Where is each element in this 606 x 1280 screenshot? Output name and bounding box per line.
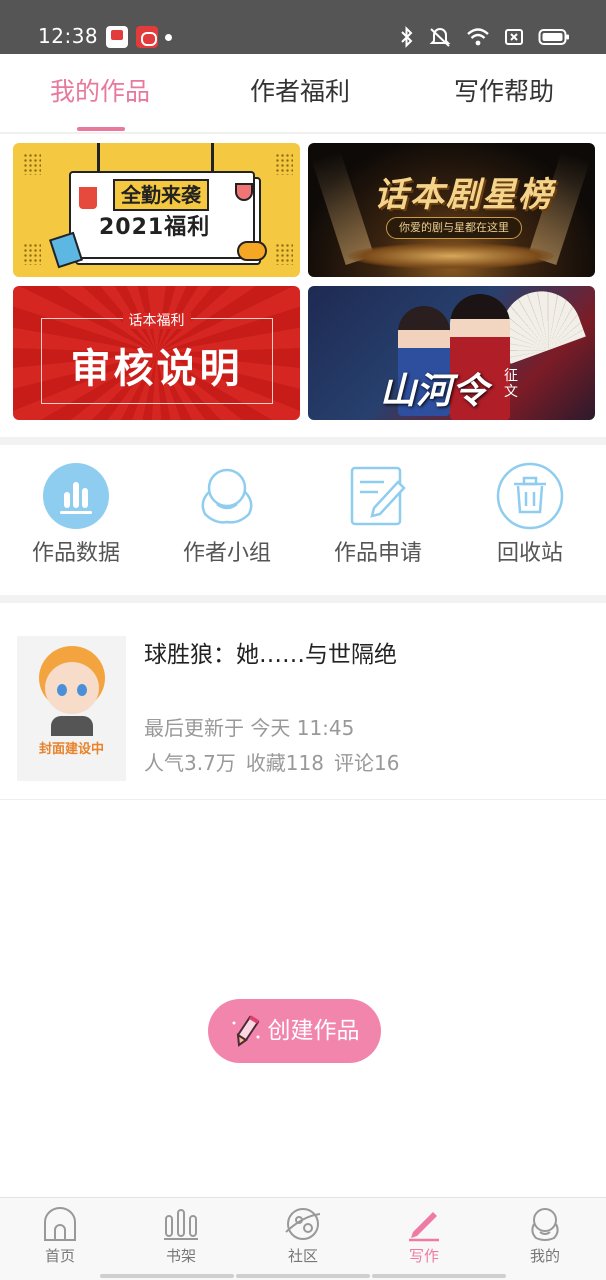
banner-subtitle: 话本福利: [13, 310, 300, 330]
banner-star-ranking[interactable]: 话本剧星榜 你爱的剧与星都在这里: [308, 143, 595, 277]
banner-subtitle: 你爱的剧与星都在这里: [386, 217, 522, 239]
avatar-eye-decoration: [77, 684, 87, 696]
nav-community[interactable]: 社区: [253, 1206, 353, 1266]
action-work-data[interactable]: 作品数据: [16, 462, 136, 582]
banner-subtitle: 2021福利: [99, 215, 211, 240]
battery-icon: [538, 29, 569, 45]
dot-pattern-decoration: [23, 243, 41, 265]
group-icon: [201, 468, 253, 524]
action-label: 作品数据: [31, 541, 120, 566]
last-updated: 最后更新于 今天 11:45: [144, 716, 355, 740]
nav-profile[interactable]: 我的: [495, 1206, 595, 1266]
banner-contest[interactable]: 山河令 征文: [308, 286, 595, 420]
tab-my-works[interactable]: 我的作品: [50, 76, 150, 108]
section-divider: [0, 437, 606, 445]
popularity-count: 人气3.7万: [144, 751, 236, 775]
action-recycle-bin[interactable]: 回收站: [470, 462, 590, 582]
anime-avatar-illustration: [45, 662, 99, 714]
action-label: 作者小组: [182, 541, 271, 566]
banner-title: 山河令: [380, 370, 489, 412]
edit-document-icon: [350, 466, 406, 526]
create-work-label: 创建作品: [267, 1018, 360, 1044]
wifi-icon: [467, 28, 489, 46]
gesture-bar-segment: [100, 1274, 234, 1278]
nav-writing[interactable]: 写作: [374, 1206, 474, 1266]
video-app-notification-icon: [106, 26, 128, 48]
pencil-icon: [232, 1015, 259, 1047]
action-label: 回收站: [496, 541, 563, 566]
fries-icon: [79, 187, 97, 209]
more-notifications-dot-icon: [165, 34, 172, 41]
avatar-body-decoration: [51, 716, 93, 736]
gesture-bar-segment: [236, 1274, 370, 1278]
profile-icon: [531, 1208, 559, 1241]
work-title[interactable]: 球胜狼：她……与世隔绝: [144, 639, 397, 671]
nav-home[interactable]: 首页: [10, 1206, 110, 1266]
dot-pattern-decoration: [275, 243, 293, 265]
bottom-navigation: 首页 书架 社区 写作 我的: [0, 1197, 606, 1280]
top-tab-bar: 我的作品 作者福利 写作帮助: [0, 54, 606, 134]
stage-decoration: [348, 243, 554, 269]
app-notification-icon: [136, 26, 158, 48]
list-item[interactable]: 封面建设中 球胜狼：她……与世隔绝 最后更新于 今天 11:45 人气3.7万 …: [0, 620, 606, 800]
trash-icon: [496, 462, 564, 530]
home-icon: [44, 1207, 76, 1241]
banner-subtitle: 征文: [504, 368, 518, 400]
community-icon: [285, 1208, 321, 1240]
status-bar: 12:38: [0, 0, 606, 54]
drink-glass-icon: [235, 183, 253, 201]
bluetooth-icon: [401, 26, 413, 48]
nav-label: 首页: [44, 1247, 75, 1265]
cover-placeholder-text: 封面建设中: [38, 742, 104, 757]
pen-icon: [409, 1212, 439, 1242]
banner-subtitle-text: 话本福利: [122, 313, 191, 329]
status-time: 12:38: [38, 24, 99, 48]
action-work-application[interactable]: 作品申请: [318, 462, 438, 582]
bar-chart-icon: [43, 463, 109, 529]
action-label: 作品申请: [333, 541, 422, 566]
section-divider: [0, 595, 606, 603]
comments-count: 评论16: [334, 751, 400, 775]
tab-writing-help[interactable]: 写作帮助: [454, 76, 554, 108]
nav-label: 写作: [408, 1247, 439, 1265]
hand-icon: [237, 241, 267, 261]
sim-card-icon: [505, 29, 523, 45]
gesture-bar-segment: [372, 1274, 506, 1278]
work-stats: 人气3.7万 收藏118 评论16: [144, 750, 399, 776]
nav-label: 社区: [287, 1247, 318, 1265]
favorites-count: 收藏118: [245, 751, 324, 775]
action-author-group[interactable]: 作者小组: [167, 462, 287, 582]
system-status-icons: [400, 24, 570, 50]
banner-title: 话本剧星榜: [374, 175, 554, 215]
banner-attendance-welfare[interactable]: 全勤来袭 2021福利: [13, 143, 300, 277]
banner-title: 全勤来袭: [113, 179, 209, 211]
work-cover[interactable]: 封面建设中: [17, 636, 126, 781]
vibrate-silent-icon: [429, 28, 451, 47]
nav-label: 书架: [165, 1247, 196, 1265]
dot-pattern-decoration: [275, 153, 293, 175]
nav-bookshelf[interactable]: 书架: [131, 1206, 231, 1266]
tab-author-welfare[interactable]: 作者福利: [250, 76, 350, 108]
nav-label: 我的: [529, 1247, 560, 1265]
dot-pattern-decoration: [23, 153, 41, 175]
avatar-eye-decoration: [57, 684, 67, 696]
banner-title: 审核说明: [70, 346, 243, 392]
active-tab-indicator: [77, 127, 125, 131]
create-work-button[interactable]: 创建作品: [208, 999, 381, 1063]
banner-review-guide[interactable]: 话本福利 审核说明: [13, 286, 300, 420]
bookshelf-icon: [164, 1209, 198, 1240]
